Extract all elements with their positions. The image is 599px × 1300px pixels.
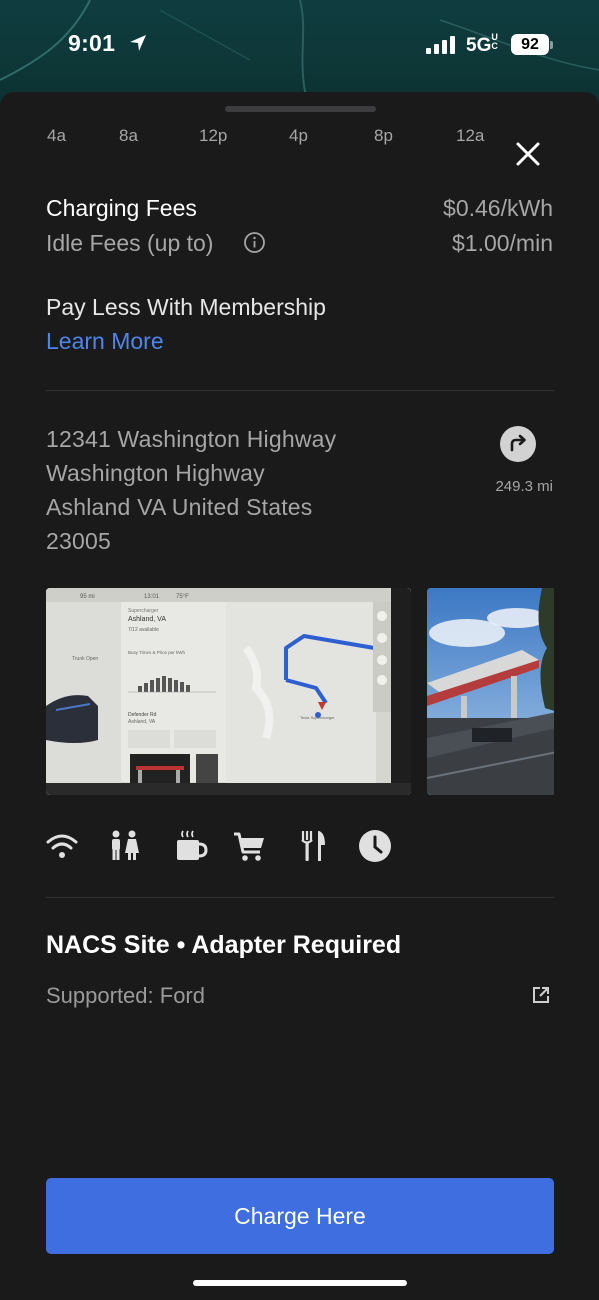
site-photos-carousel[interactable]: 95 mi 13:01 75°F Trunk Open Supercharger… <box>46 588 554 795</box>
screen-map-label: Tesla Supercharger <box>300 715 335 720</box>
status-time: 9:01 <box>68 30 116 56</box>
idle-fees-label: Idle Fees (up to) <box>46 230 214 256</box>
learn-more-link[interactable]: Learn More <box>46 328 164 355</box>
hour-label: 12a <box>456 126 485 145</box>
dining-icon <box>301 831 325 861</box>
screen-destination: Defender Rd <box>128 712 157 718</box>
distance-label: 249.3 mi <box>495 478 553 495</box>
screen-temp: 75°F <box>176 594 189 600</box>
screen-trunk-label: Trunk Open <box>72 656 98 662</box>
close-icon[interactable] <box>512 138 544 170</box>
supported-vehicles: Supported: Ford <box>46 983 205 1008</box>
charge-here-button[interactable]: Charge Here <box>46 1178 554 1254</box>
amenities-row <box>0 829 599 865</box>
address-line: 12341 Washington Highway <box>46 426 337 452</box>
navigate-button[interactable] <box>500 426 536 462</box>
home-indicator[interactable] <box>193 1280 407 1286</box>
status-bar: 9:01 5GUC 92 <box>0 0 599 90</box>
site-photo-station[interactable] <box>427 588 554 795</box>
screen-site-kind: Supercharger <box>128 608 159 614</box>
hour-label: 4p <box>289 126 308 145</box>
address-line: 23005 <box>46 528 111 554</box>
sheet-grabber[interactable] <box>225 106 376 112</box>
battery-nub <box>550 41 553 49</box>
external-link-icon[interactable] <box>531 985 551 1005</box>
screen-chargers: 7/12 available <box>128 627 159 633</box>
hour-label: 8a <box>119 126 138 145</box>
screen-site-name: Ashland, VA <box>128 616 166 623</box>
hour-label: 8p <box>374 126 393 145</box>
address-line: Washington Highway <box>46 460 265 486</box>
wifi-icon <box>46 834 78 858</box>
network-suffix: UC <box>491 32 498 51</box>
cellular-signal-icon <box>426 36 455 54</box>
address-line: Ashland VA United States <box>46 494 313 520</box>
membership-title: Pay Less With Membership <box>46 294 326 320</box>
hour-label: 12p <box>199 126 228 145</box>
coffee-icon <box>177 830 208 860</box>
location-arrow-icon <box>130 35 146 51</box>
charging-fees-value: $0.46/kWh <box>443 195 553 221</box>
hour-label: 4a <box>47 126 66 145</box>
shopping-cart-icon <box>234 832 264 861</box>
info-icon[interactable] <box>243 231 266 254</box>
battery-level: 92 <box>511 34 549 55</box>
charging-fees-label: Charging Fees <box>46 195 197 221</box>
divider <box>46 390 554 391</box>
screen-destination-city: Ashland, VA <box>128 719 156 725</box>
divider <box>46 897 554 898</box>
screen-clock: 13:01 <box>144 594 160 600</box>
site-photo-car-screen[interactable]: 95 mi 13:01 75°F Trunk Open Supercharger… <box>46 588 411 795</box>
screen-busy-label: Busy Times & Price per kWh <box>128 650 186 655</box>
network-type: 5GUC <box>466 33 501 57</box>
screen-range: 95 mi <box>80 594 95 600</box>
network-label: 5G <box>466 35 492 56</box>
busy-hours-axis: 4a 8a 12p 4p 8p 12a <box>0 126 599 150</box>
clock-icon <box>359 830 391 862</box>
turn-right-arrow-icon <box>510 434 526 452</box>
nacs-site-title: NACS Site • Adapter Required <box>46 931 402 959</box>
idle-fees-value: $1.00/min <box>451 230 553 256</box>
restroom-icon <box>112 830 139 860</box>
